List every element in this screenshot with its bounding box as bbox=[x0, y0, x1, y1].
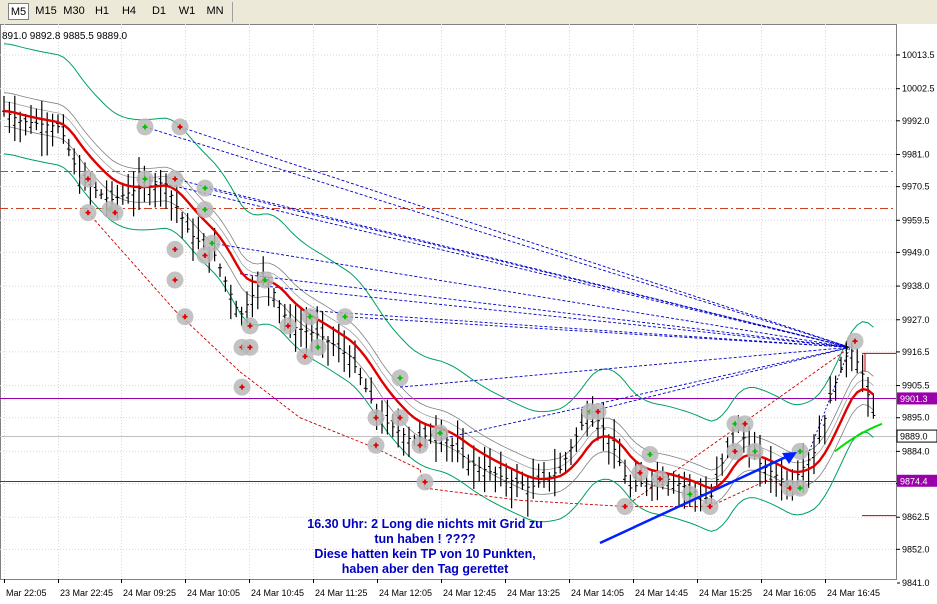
time-tick-label: 24 Mar 14:05 bbox=[571, 588, 624, 598]
time-tick-label: 24 Mar 12:45 bbox=[443, 588, 496, 598]
price-chart[interactable]: 10013.5 10002.5 9992.0 9981.0 9970.5 9959.5 99… bbox=[0, 24, 937, 604]
dashed-order-line-red bbox=[519, 499, 626, 507]
annotation-line: tun haben ! ???? bbox=[374, 532, 476, 546]
envelope-upper bbox=[3, 43, 874, 422]
price-tick-label: 9862.5 bbox=[902, 512, 930, 522]
timeframe-d1[interactable]: D1 bbox=[149, 3, 169, 20]
dashed-order-line-blue bbox=[174, 178, 851, 348]
ohlc-readout: 891.0 9892.8 9885.5 9889.0 bbox=[2, 31, 128, 42]
price-label: 9901.3 bbox=[900, 394, 928, 404]
timeframe-m5[interactable]: M5 bbox=[8, 3, 29, 20]
price-tick-label: 9841.0 bbox=[902, 578, 930, 588]
price-tick-label: 9916.5 bbox=[902, 347, 930, 357]
price-axis: 10013.5 10002.5 9992.0 9981.0 9970.5 9959.5 99… bbox=[896, 24, 937, 604]
time-tick-label: 24 Mar 09:25 bbox=[123, 588, 176, 598]
plot-border bbox=[0, 24, 897, 580]
timeframe-toolbar: M5 M15 M30 H1 H4 D1 W1 MN bbox=[0, 0, 937, 30]
annotation-line: haben aber den Tag gerettet bbox=[341, 562, 509, 576]
timeframe-h1[interactable]: H1 bbox=[92, 3, 112, 20]
candles bbox=[2, 95, 876, 517]
dashed-order-line-red bbox=[375, 447, 421, 471]
price-label: 9874.4 bbox=[900, 476, 928, 486]
annotation-line: Diese hatten kein TP von 10 Punkten, bbox=[314, 547, 536, 561]
band-lower bbox=[3, 125, 874, 505]
dashed-order-line-blue bbox=[344, 316, 851, 348]
price-tick-label: 9949.0 bbox=[902, 247, 930, 257]
price-label: 9889.0 bbox=[900, 432, 928, 442]
time-tick-label: 24 Mar 16:45 bbox=[827, 588, 880, 598]
annotation-line: 16.30 Uhr: 2 Long die nichts mit Grid zu bbox=[307, 517, 543, 531]
envelope-lower bbox=[3, 153, 874, 532]
time-tick-label: 24 Mar 15:25 bbox=[699, 588, 752, 598]
price-tick-label: 9938.0 bbox=[902, 281, 930, 291]
price-tick-label: 9992.0 bbox=[902, 116, 930, 126]
dashed-order-line-red bbox=[299, 417, 377, 449]
price-tick-label: 9959.5 bbox=[902, 215, 930, 225]
dashed-order-line-blue bbox=[211, 242, 851, 348]
toolbar-separator bbox=[232, 2, 233, 22]
timeframe-w1[interactable]: W1 bbox=[177, 3, 197, 20]
time-tick-label: 24 Mar 10:45 bbox=[251, 588, 304, 598]
time-tick-label: Mar 22:05 bbox=[6, 588, 47, 598]
timeframe-h4[interactable]: H4 bbox=[119, 3, 139, 20]
price-tick-label: 9852.0 bbox=[902, 544, 930, 554]
time-axis: Mar 22:05 23 Mar 22:45 24 Mar 09:25 24 Mar … bbox=[0, 579, 897, 604]
time-tick-label: 24 Mar 16:05 bbox=[763, 588, 816, 598]
time-tick-label: 24 Mar 10:05 bbox=[187, 588, 240, 598]
price-tick-label: 9884.0 bbox=[902, 446, 930, 456]
price-tick-label: 9895.0 bbox=[902, 413, 930, 423]
price-tick-label: 9927.0 bbox=[902, 315, 930, 325]
band-upper bbox=[3, 92, 874, 471]
time-tick-label: 24 Mar 12:05 bbox=[379, 588, 432, 598]
price-tick-label: 9905.5 bbox=[902, 381, 930, 391]
time-tick-label: 24 Mar 13:25 bbox=[507, 588, 560, 598]
time-tick-label: 24 Mar 14:45 bbox=[635, 588, 688, 598]
dashed-order-line-blue bbox=[144, 126, 851, 348]
timeframe-m15[interactable]: M15 bbox=[34, 3, 58, 20]
timeframe-m30[interactable]: M30 bbox=[62, 3, 86, 20]
grid bbox=[0, 24, 897, 584]
dashed-order-line-blue bbox=[309, 310, 851, 348]
dashed-order-line-blue bbox=[439, 346, 851, 440]
price-tick-label: 10002.5 bbox=[902, 84, 935, 94]
green-ma-line bbox=[834, 422, 883, 453]
price-tick-label: 9970.5 bbox=[902, 182, 930, 192]
price-tick-label: 9981.0 bbox=[902, 149, 930, 159]
timeframe-mn[interactable]: MN bbox=[204, 3, 226, 20]
dashed-order-line-blue bbox=[239, 273, 851, 348]
dashed-order-line-red bbox=[87, 212, 176, 311]
dashed-order-line-blue bbox=[589, 346, 851, 413]
time-tick-label: 23 Mar 22:45 bbox=[60, 588, 113, 598]
chart-annotation: 16.30 Uhr: 2 Long die nichts mit Grid zu… bbox=[270, 517, 580, 577]
dashed-order-line-red bbox=[239, 371, 301, 419]
price-tick-label: 10013.5 bbox=[902, 50, 935, 60]
time-tick-label: 24 Mar 11:25 bbox=[315, 588, 367, 598]
dashed-order-line-blue bbox=[179, 126, 851, 348]
